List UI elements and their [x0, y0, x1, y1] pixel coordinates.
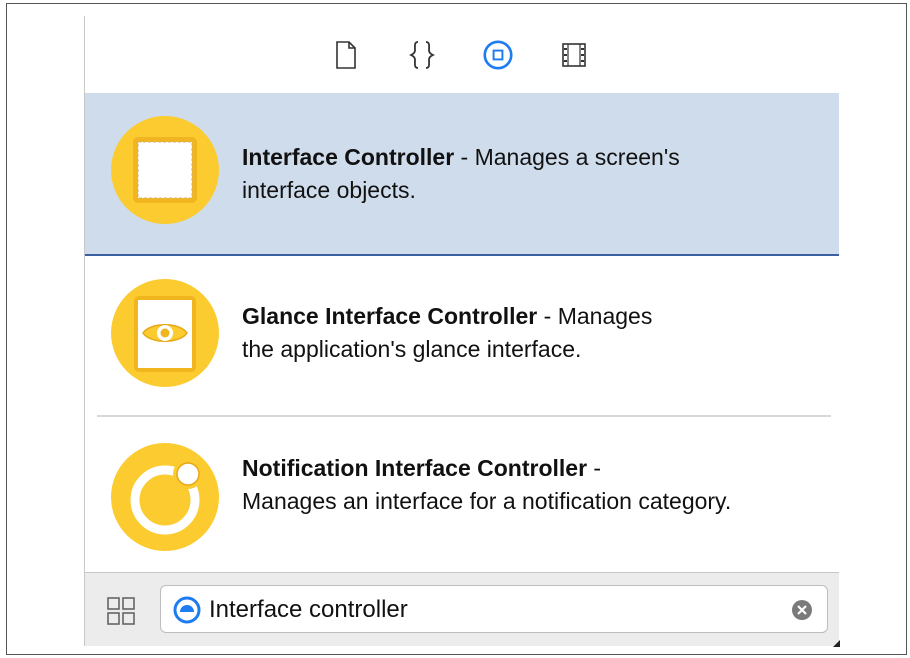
library-item-interface-controller[interactable]: Interface Controller - Manages a screen'…	[85, 93, 839, 256]
item-desc-rest: the application's glance interface.	[242, 336, 582, 362]
item-desc-rest: interface objects.	[242, 177, 416, 203]
item-separator: -	[537, 303, 558, 329]
item-title: Interface Controller	[242, 144, 455, 170]
code-snippet-icon[interactable]	[407, 38, 437, 72]
row-divider	[97, 415, 831, 417]
notification-controller-icon	[110, 442, 220, 552]
item-desc-first: Manages a screen's	[474, 144, 680, 170]
filter-field[interactable]	[160, 585, 828, 633]
item-title: Glance Interface Controller	[242, 303, 538, 329]
item-description: Notification Interface Controller - Mana…	[242, 452, 762, 518]
item-description: Interface Controller - Manages a screen'…	[242, 141, 820, 207]
clear-search-icon[interactable]	[791, 599, 813, 621]
item-desc-rest: Manages an interface for a notification …	[242, 488, 732, 514]
item-separator: -	[454, 144, 475, 170]
filter-input[interactable]	[209, 595, 769, 625]
interface-controller-icon	[110, 115, 220, 225]
item-desc-first: Manages	[557, 303, 653, 329]
item-separator: -	[587, 455, 602, 481]
media-library-icon[interactable]	[559, 38, 589, 72]
library-item-notification-controller[interactable]: Notification Interface Controller - Mana…	[85, 418, 839, 572]
glance-controller-icon	[110, 278, 220, 388]
file-template-icon[interactable]	[331, 38, 361, 72]
resize-corner	[833, 640, 840, 647]
grid-view-icon[interactable]	[105, 595, 137, 627]
library-item-glance-controller[interactable]: Glance Interface Controller - Manages th…	[85, 258, 839, 414]
library-panel: Interface Controller - Manages a screen'…	[84, 16, 839, 646]
item-description: Glance Interface Controller - Manages th…	[242, 300, 820, 366]
item-title: Notification Interface Controller	[242, 455, 588, 481]
filter-bar	[85, 572, 839, 646]
filter-scope-icon[interactable]	[173, 596, 201, 624]
library-tab-bar	[85, 16, 839, 93]
object-library-icon[interactable]	[483, 38, 513, 72]
